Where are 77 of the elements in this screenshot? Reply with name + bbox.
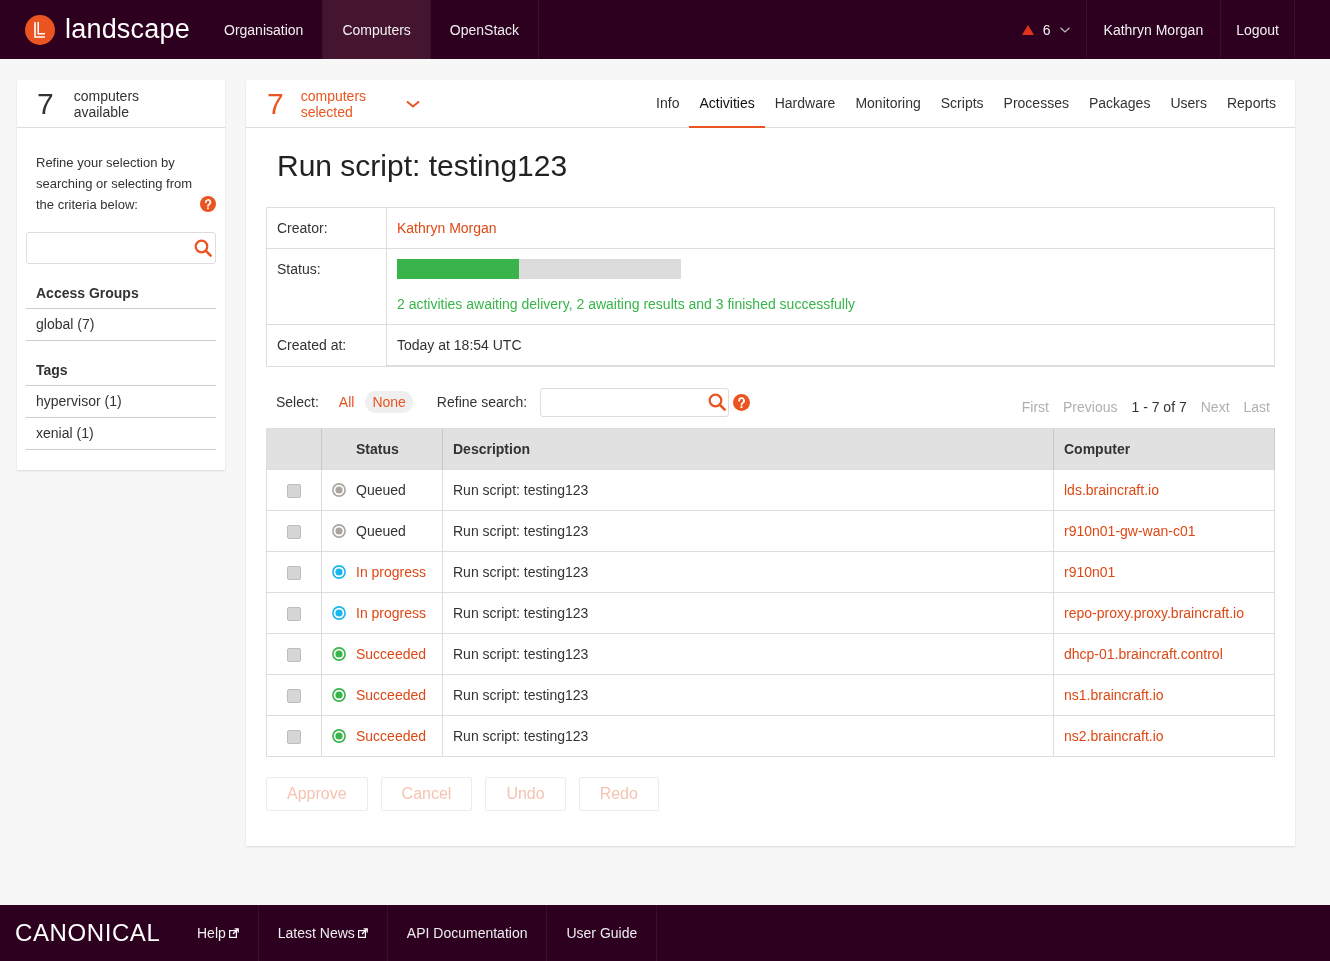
computer-link[interactable]: lds.braincraft.io [1064,482,1159,498]
logout-link[interactable]: Logout [1221,0,1295,59]
pagination-range: 1 - 7 of 7 [1131,398,1187,417]
description-cell: Run script: testing123 [442,592,1054,634]
status-text: Queued [356,523,406,539]
chevron-down-icon [1059,26,1070,33]
computer-link[interactable]: ns2.braincraft.io [1064,728,1164,744]
tab[interactable]: Activities [689,80,765,128]
refine-search-field[interactable] [540,387,730,417]
available-label: computers available [73,87,141,120]
detail-value: Today at 18:54 UTC [387,325,1274,366]
group-heading: Tags [26,361,216,386]
footer-link[interactable]: API Documentation [387,905,548,961]
search-icon[interactable] [194,239,212,257]
creator-link[interactable]: Kathryn Morgan [397,220,497,236]
row-checkbox[interactable] [287,525,301,540]
description-cell: Run script: testing123 [442,551,1054,593]
help-icon[interactable] [200,196,216,212]
filter-item[interactable]: hypervisor (1) [26,386,216,418]
alerts-menu[interactable]: 6 [1011,0,1087,59]
nav-item[interactable]: Computers [323,0,431,59]
status-text: Queued [356,482,406,498]
refine-label: Refine search: [436,394,528,410]
select-option[interactable]: All [331,391,362,413]
user-link[interactable]: Kathryn Morgan [1086,0,1222,59]
detail-label: Creator: [267,208,387,249]
row-checkbox[interactable] [287,484,301,499]
external-link-icon [357,928,368,938]
status-summary: 2 activities awaiting delivery, 2 awaiting results and 3 finished successfully [397,295,857,314]
footer-link[interactable]: Latest News [258,905,388,961]
row-checkbox[interactable] [287,648,301,663]
column-header: Status [321,428,443,470]
detail-label: Status: [267,249,387,325]
row-checkbox[interactable] [287,566,301,581]
brand-wordmark: CANONICAL [14,918,162,948]
detail-label: Created at: [267,325,387,366]
hint-text: Refine your selection by searching or selecting from the criteria below: [36,154,194,214]
filter-item[interactable]: global (7) [26,309,216,341]
warning-triangle-icon [1021,24,1034,35]
description-cell: Run script: testing123 [442,674,1054,716]
select-option[interactable]: None [365,391,413,413]
tab[interactable]: Processes [993,80,1079,128]
select-label: Select: [275,394,319,410]
tab[interactable]: Scripts [930,80,994,128]
external-link-icon [228,928,239,938]
description-cell: Run script: testing123 [442,633,1054,675]
nav-item[interactable]: OpenStack [430,0,540,59]
description-cell: Run script: testing123 [442,715,1054,757]
filter-item[interactable]: xenial (1) [26,418,216,450]
description-cell: Run script: testing123 [442,469,1054,511]
alerts-count: 6 [1042,21,1051,38]
search-icon[interactable] [708,393,727,411]
help-icon[interactable] [733,393,751,411]
description-cell: Run script: testing123 [442,510,1054,552]
selection-dropdown[interactable]: 7 computers selected [267,80,420,127]
app-wordmark: landscape [65,14,190,45]
chevron-down-icon [405,99,420,108]
computer-link[interactable]: r910n01 [1064,564,1116,580]
row-checkbox[interactable] [287,607,301,622]
tab[interactable]: Users [1160,80,1217,128]
computer-link[interactable]: ns1.braincraft.io [1064,687,1164,703]
tab[interactable]: Monitoring [845,80,931,128]
search-field[interactable] [26,232,216,264]
group-heading: Access Groups [26,284,216,309]
footer-link[interactable]: User Guide [547,905,658,961]
logo-icon[interactable] [25,14,55,45]
tab[interactable]: Info [646,80,690,128]
tab[interactable]: Hardware [764,80,846,128]
tab[interactable]: Reports [1216,80,1286,128]
available-count: 7 [37,86,54,121]
column-header: Computer [1053,428,1275,470]
row-checkbox[interactable] [287,689,301,704]
row-checkbox[interactable] [287,730,301,745]
column-header: Description [442,428,1054,470]
page-title: Run script: testing123 [277,148,569,184]
footer-link[interactable]: Help [178,905,259,961]
tab[interactable]: Packages [1078,80,1161,128]
